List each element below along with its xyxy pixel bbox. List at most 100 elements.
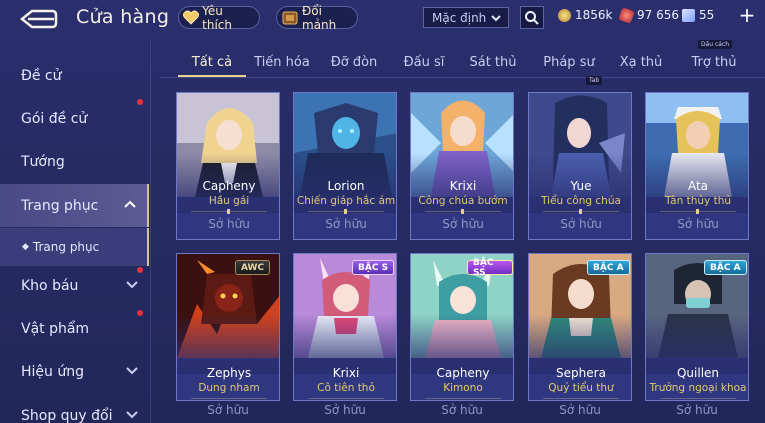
bullet-icon: ◆ [22, 242, 29, 252]
owned-status: Sở hữu [208, 217, 250, 231]
sidebar-item-items[interactable]: Vật phẩm [0, 307, 149, 350]
owned-status: Sở hữu [441, 403, 483, 417]
sidebar-item-label: Trang phục [21, 197, 99, 214]
card-fade [177, 314, 279, 374]
sidebar-item-label: Kho báu [21, 277, 79, 294]
owned-status: Sở hữu [324, 403, 366, 417]
tab-mage[interactable]: Pháp sư [538, 55, 600, 70]
skin-card[interactable]: Capheny Hầu gái Sở hữu [176, 92, 280, 240]
sidebar-item-label: Vật phẩm [21, 320, 90, 337]
owned-status: Sở hữu [676, 403, 718, 417]
tab-assassin[interactable]: Sát thủ [466, 55, 520, 70]
sidebar-item-exchange-shop[interactable]: Shop quy đổi [0, 394, 149, 423]
sort-value: Mặc định [432, 10, 487, 25]
tab-key-hint: Tab [586, 76, 603, 85]
tier-badge: BẬC A [587, 260, 630, 275]
tab-all[interactable]: Tất cả [178, 55, 246, 70]
fragments-label: Đổi mảnh [302, 3, 337, 32]
sidebar-item-label: Hiệu ứng [21, 363, 84, 380]
skin-card[interactable]: Krixi Công chúa bướm Sở hữu [410, 92, 514, 240]
skin-name: Tiểu công chúa [541, 195, 621, 207]
tab-evolution[interactable]: Tiến hóa [252, 55, 312, 70]
skin-card[interactable]: Lorion Chiến giáp hắc ám Sở hữu [293, 92, 397, 240]
hero-name: Lorion [327, 179, 365, 193]
tab-fighter[interactable]: Đấu sĩ [398, 55, 450, 70]
hero-name: Yue [570, 179, 592, 193]
skin-name: Trưởng ngoại khoa [649, 382, 747, 394]
sidebar-item-treasure[interactable]: Kho báu [0, 264, 149, 307]
heart-icon [183, 9, 200, 27]
card-divider [425, 398, 501, 399]
tier-badge: BẬC SS [467, 258, 513, 278]
owned-status: Sở hữu [559, 403, 601, 417]
gold-coin-icon [558, 8, 571, 22]
skin-card[interactable]: BẬC A Quillen Trưởng ngoại khoa [645, 253, 749, 401]
tier-badge: BẬC A [704, 260, 747, 275]
skin-card[interactable]: BẬC SS Capheny Kimono [410, 253, 514, 401]
hero-name: Capheny [436, 366, 490, 380]
owned-status: Sở hữu [677, 217, 719, 231]
skin-name: Cô tiên thỏ [317, 382, 375, 394]
sidebar-item-label: Shop quy đổi [21, 407, 113, 423]
sidebar-item-recommended-packs[interactable]: Gói đề cử [0, 97, 149, 140]
add-currency-button[interactable]: + [738, 5, 756, 27]
hero-name: Quillen [676, 366, 720, 380]
search-icon [525, 10, 539, 25]
card-divider [660, 398, 736, 399]
chevron-down-icon [125, 408, 139, 423]
coupon-amount: 55 [699, 8, 715, 22]
tab-marksman[interactable]: Xạ thủ [615, 55, 667, 70]
card-divider [543, 398, 619, 399]
tab-tank[interactable]: Đỡ đòn [326, 55, 382, 70]
sidebar-item-label: Đề cử [21, 67, 62, 84]
hero-name: Krixi [449, 179, 477, 193]
card-fade [294, 314, 396, 374]
back-arrow-icon [19, 9, 58, 29]
tier-badge: AWC [235, 260, 271, 275]
skin-card[interactable]: BẬC S Krixi Cô tiên thỏ [293, 253, 397, 401]
favorites-button[interactable]: Yêu thích [178, 4, 260, 32]
skin-card[interactable]: AWC Zephys Dung nham [176, 253, 280, 401]
chevron-up-icon [123, 198, 137, 214]
sidebar-item-effects[interactable]: Hiệu ứng [0, 350, 149, 393]
skin-name: Công chúa bướm [418, 195, 508, 207]
plus-icon: + [738, 3, 756, 27]
skin-card[interactable]: BẬC A Sephera Quý tiểu thư [528, 253, 632, 401]
voucher-icon [618, 6, 635, 24]
back-button[interactable] [18, 7, 58, 31]
skin-card[interactable]: Yue Tiểu công chúa Sở hữu [528, 92, 632, 240]
skin-card[interactable]: Ata Tân thủy thủ Sở hữu [645, 92, 749, 240]
voucher-currency: 97 656 [618, 6, 679, 24]
hero-name: Capheny [202, 179, 256, 193]
card-fade [411, 314, 513, 374]
gold-currency: 1856k [558, 8, 613, 22]
sidebar-item-label: Gói đề cử [21, 110, 88, 127]
sidebar-divider [150, 40, 151, 423]
search-button[interactable] [520, 6, 544, 29]
card-divider-mark [344, 209, 347, 214]
coupon-icon [682, 8, 695, 22]
chevron-down-icon [125, 364, 139, 380]
card-divider [191, 398, 267, 399]
gold-amount: 1856k [575, 8, 613, 22]
owned-status: Sở hữu [207, 403, 249, 417]
sort-dropdown[interactable]: Mặc định [423, 7, 509, 28]
card-divider-mark [461, 209, 464, 214]
tabs-divider [160, 77, 765, 78]
sidebar-subitem-skins[interactable]: ◆ Trang phục [0, 228, 149, 266]
exchange-fragments-button[interactable]: Đổi mảnh [276, 3, 358, 32]
tier-badge: BẬC S [352, 260, 395, 275]
sidebar-item-recommended[interactable]: Đề cử [0, 54, 149, 97]
card-fade [646, 314, 748, 374]
hero-name: Krixi [332, 366, 360, 380]
chevron-down-icon [490, 12, 502, 27]
category-tabs: Tất cả Tiến hóa Đỡ đòn Đấu sĩ Sát thủ Ph… [160, 52, 765, 80]
sidebar-item-heroes[interactable]: Tướng [0, 140, 149, 183]
voucher-amount: 97 656 [637, 8, 679, 22]
sidebar-item-skins[interactable]: Trang phục [0, 184, 149, 227]
owned-status: Sở hữu [442, 217, 484, 231]
tab-support[interactable]: Trợ thủ [686, 55, 742, 70]
skin-name: Dung nham [198, 382, 260, 394]
hero-name: Ata [687, 179, 709, 193]
coupon-currency: 55 [682, 8, 714, 22]
